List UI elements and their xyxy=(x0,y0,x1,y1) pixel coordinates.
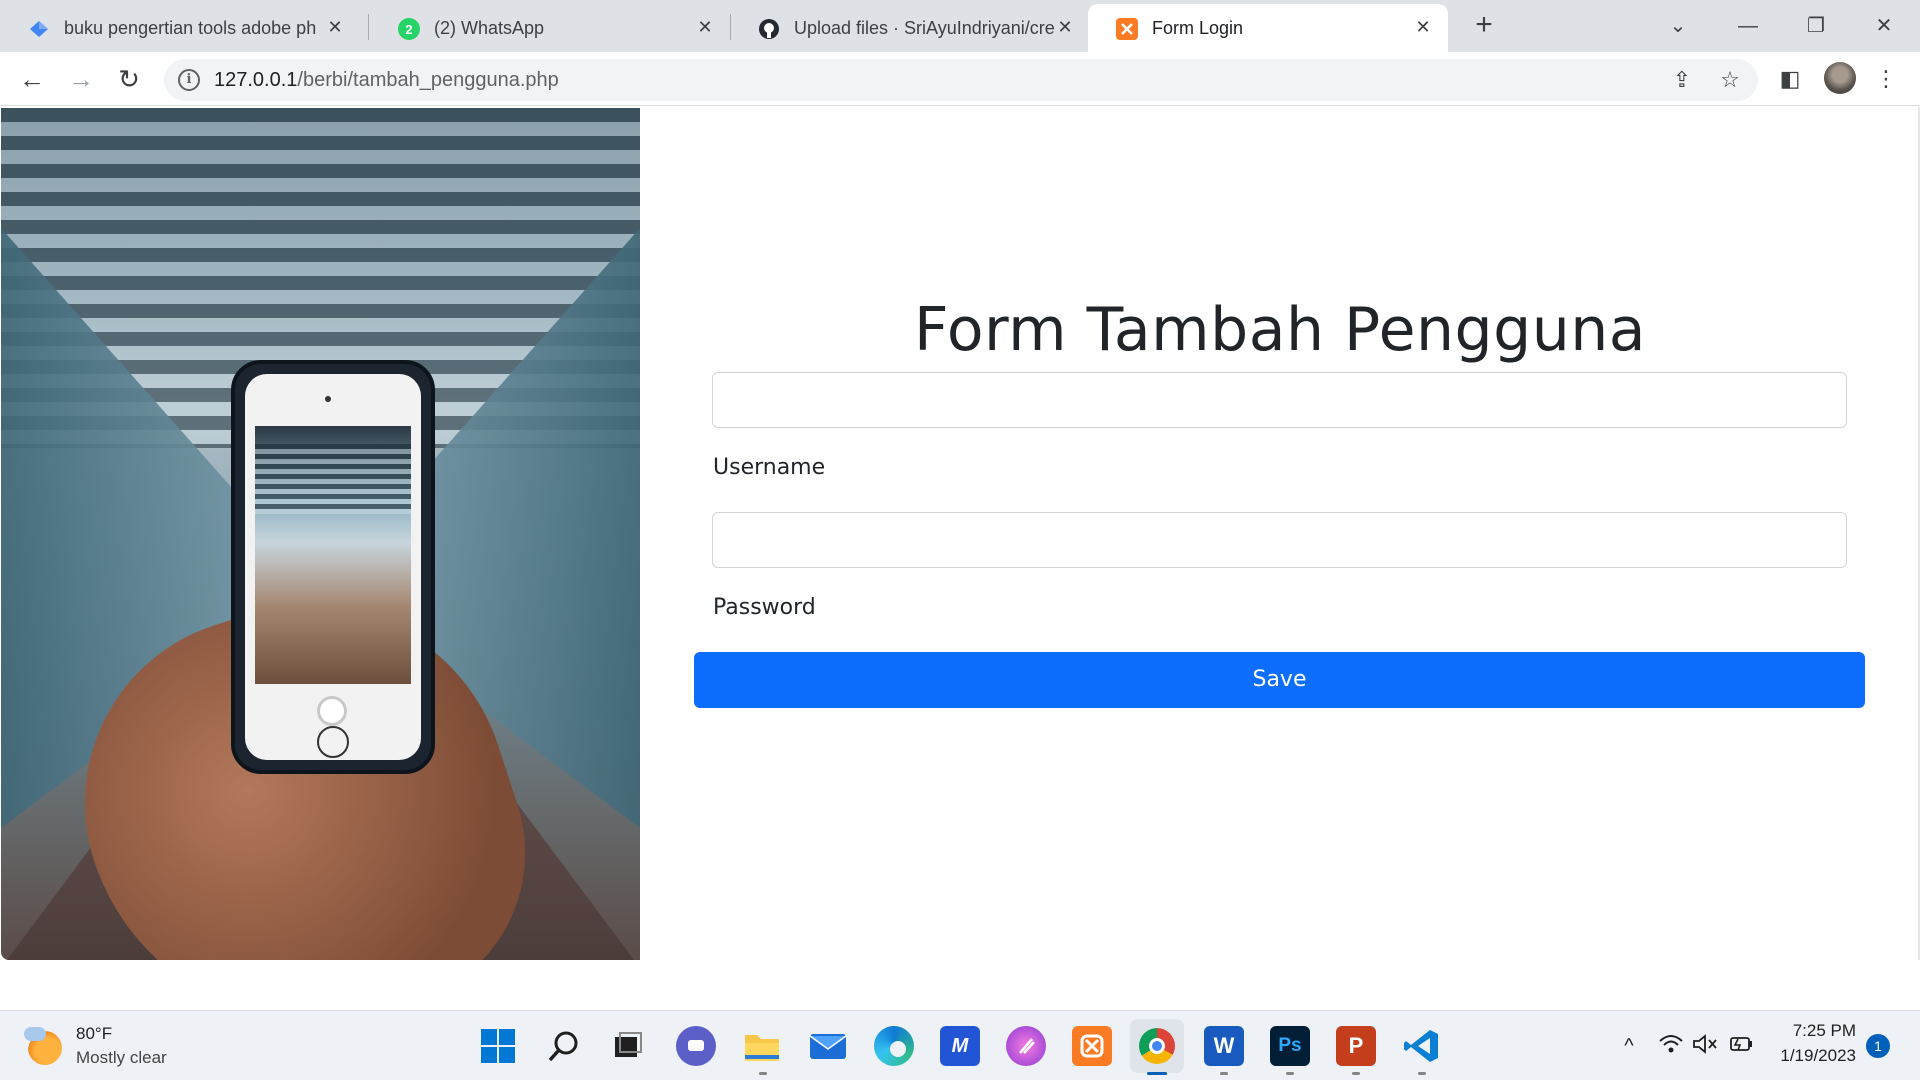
teams-chat-icon[interactable] xyxy=(676,1026,716,1066)
save-button[interactable]: Save xyxy=(694,652,1865,708)
photoshop-icon[interactable]: Ps xyxy=(1270,1026,1310,1066)
wifi-icon[interactable] xyxy=(1658,1033,1684,1059)
close-window-icon[interactable]: ✕ xyxy=(1864,8,1904,44)
tab-separator xyxy=(368,14,369,40)
github-icon xyxy=(758,18,780,40)
vscode-alt-icon[interactable]: M xyxy=(940,1026,980,1066)
desktop-gap xyxy=(0,960,1920,1010)
drive-icon xyxy=(28,18,50,40)
phone-face xyxy=(245,374,421,760)
running-indicator xyxy=(1286,1072,1294,1075)
close-tab-icon[interactable]: ✕ xyxy=(324,16,346,38)
windows-taskbar: 80°F Mostly clear M W Ps P ^ 7:25 PM 1/1… xyxy=(0,1010,1920,1080)
camera-shutter-icon xyxy=(317,696,347,726)
smartphone-image xyxy=(231,360,435,774)
restore-icon[interactable]: ❐ xyxy=(1796,8,1836,44)
search-icon[interactable] xyxy=(544,1026,584,1066)
password-input[interactable] xyxy=(712,512,1847,568)
tab-title: Upload files · SriAyuIndriyani/cre xyxy=(794,18,1054,38)
address-bar[interactable]: i 127.0.0.1/berbi/tambah_pengguna.php ⇪ … xyxy=(164,59,1758,101)
profile-avatar[interactable] xyxy=(1824,62,1856,94)
weather-desc[interactable]: Mostly clear xyxy=(76,1048,167,1068)
whatsapp-icon: 2 xyxy=(398,18,420,40)
clock-date[interactable]: 1/19/2023 xyxy=(1770,1046,1856,1066)
running-indicator xyxy=(1418,1072,1426,1075)
browser-toolbar: ← → ↻ i 127.0.0.1/berbi/tambah_pengguna.… xyxy=(0,52,1920,106)
close-tab-icon[interactable]: ✕ xyxy=(694,16,716,38)
firefox-like-icon[interactable] xyxy=(1006,1026,1046,1066)
bookmark-star-icon[interactable]: ☆ xyxy=(1716,67,1744,93)
running-indicator xyxy=(759,1072,767,1075)
chrome-menu-icon[interactable]: ⋮ xyxy=(1870,63,1902,95)
vscode-icon[interactable] xyxy=(1402,1026,1442,1066)
word-icon[interactable]: W xyxy=(1204,1026,1244,1066)
site-info-icon[interactable]: i xyxy=(178,69,200,91)
hero-photo xyxy=(1,108,640,960)
volume-muted-icon[interactable] xyxy=(1692,1033,1718,1059)
running-indicator xyxy=(1352,1072,1360,1075)
phone-camera-dot xyxy=(325,396,331,402)
whatsapp-badge: 2 xyxy=(405,21,413,37)
share-icon[interactable]: ⇪ xyxy=(1668,67,1696,93)
chrome-icon[interactable] xyxy=(1130,1019,1184,1073)
file-explorer-icon[interactable] xyxy=(742,1026,782,1066)
notification-badge[interactable]: 1 xyxy=(1866,1034,1890,1058)
clock-time[interactable]: 7:25 PM xyxy=(1780,1021,1856,1041)
tab-title: buku pengertian tools adobe ph xyxy=(64,18,317,38)
new-tab-button[interactable]: + xyxy=(1468,10,1500,42)
tab-whatsapp[interactable]: 2 (2) WhatsApp ✕ xyxy=(370,4,730,52)
powerpoint-icon[interactable]: P xyxy=(1336,1026,1376,1066)
tab-buku[interactable]: buku pengertian tools adobe ph ✕ xyxy=(0,4,360,52)
battery-icon[interactable] xyxy=(1728,1033,1754,1059)
side-panel-icon[interactable]: ◧ xyxy=(1774,63,1806,95)
task-view-icon[interactable] xyxy=(608,1026,648,1066)
close-tab-icon[interactable]: ✕ xyxy=(1054,16,1076,38)
edge-icon[interactable] xyxy=(874,1026,914,1066)
tab-strip: buku pengertian tools adobe ph ✕ 2 (2) W… xyxy=(0,0,1920,52)
xampp-icon xyxy=(1116,18,1138,40)
show-hidden-icons-chevron-icon[interactable]: ^ xyxy=(1616,1033,1642,1059)
home-button-icon xyxy=(317,726,349,758)
url-text[interactable]: 127.0.0.1/berbi/tambah_pengguna.php xyxy=(214,69,559,92)
minimize-icon[interactable]: — xyxy=(1728,8,1768,44)
windows-start-icon[interactable] xyxy=(478,1026,518,1066)
tab-form-login[interactable]: Form Login ✕ xyxy=(1088,4,1448,52)
tab-search-icon[interactable]: ⌄ xyxy=(1658,8,1698,44)
url-path: /berbi/tambah_pengguna.php xyxy=(297,69,559,91)
page-title: Form Tambah Pengguna xyxy=(913,295,1647,365)
running-indicator xyxy=(1220,1072,1228,1075)
xampp-icon[interactable] xyxy=(1072,1026,1112,1066)
back-icon[interactable]: ← xyxy=(15,63,49,97)
reload-icon[interactable]: ↻ xyxy=(112,63,146,97)
page-viewport: Form Tambah Pengguna Username Password S… xyxy=(0,107,1920,960)
tab-title: Form Login xyxy=(1152,18,1244,38)
url-host: 127.0.0.1 xyxy=(214,69,298,91)
weather-cloud-icon xyxy=(24,1027,46,1041)
username-input[interactable] xyxy=(712,372,1847,428)
tab-title: (2) WhatsApp xyxy=(434,18,545,38)
tab-github[interactable]: Upload files · SriAyuIndriyani/cre ✕ xyxy=(730,4,1090,52)
password-label: Password xyxy=(713,595,816,620)
screen-stripes xyxy=(255,444,411,514)
close-tab-icon[interactable]: ✕ xyxy=(1412,16,1434,38)
weather-temp[interactable]: 80°F xyxy=(76,1024,112,1044)
phone-screen xyxy=(255,426,411,684)
mail-icon[interactable] xyxy=(808,1026,848,1066)
username-label: Username xyxy=(713,455,826,480)
active-indicator xyxy=(1147,1072,1167,1075)
forward-icon[interactable]: → xyxy=(64,63,98,97)
